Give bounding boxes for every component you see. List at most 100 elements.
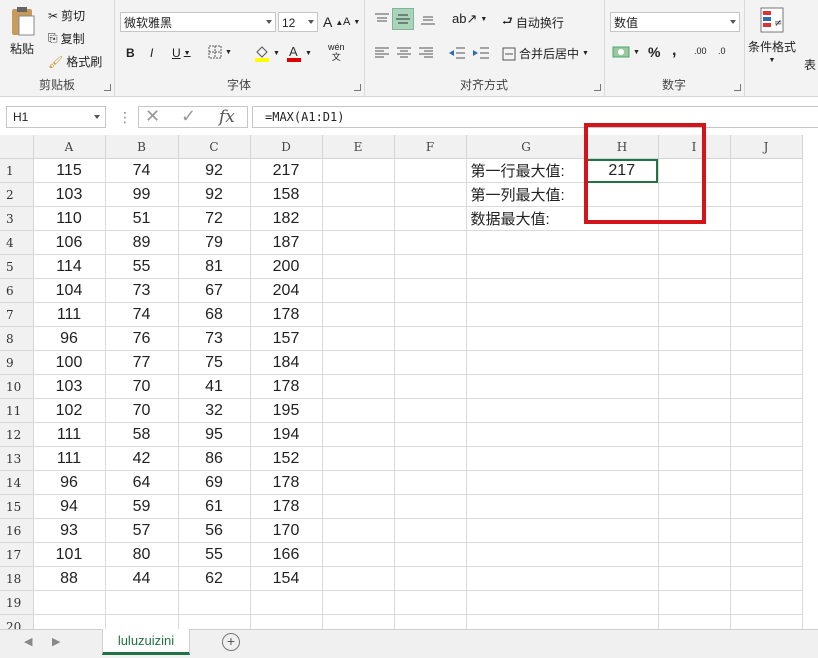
cell[interactable]: [658, 398, 731, 423]
cell[interactable]: [466, 446, 586, 471]
cell[interactable]: [394, 158, 467, 183]
cell[interactable]: 86: [178, 446, 251, 471]
cell[interactable]: [33, 590, 106, 615]
cell[interactable]: [730, 614, 803, 629]
cell[interactable]: 96: [33, 326, 106, 351]
row-header[interactable]: 17: [0, 542, 34, 567]
cell[interactable]: 178: [250, 470, 323, 495]
cell[interactable]: 44: [105, 566, 179, 591]
insert-function-icon[interactable]: fx: [219, 107, 235, 127]
cell[interactable]: 79: [178, 230, 251, 255]
cell[interactable]: [322, 422, 395, 447]
phonetic-button[interactable]: wén 文: [328, 42, 345, 62]
cell[interactable]: 72: [178, 206, 251, 231]
cell[interactable]: [730, 326, 803, 351]
cell[interactable]: [586, 302, 659, 327]
cell[interactable]: [730, 518, 803, 543]
cell[interactable]: [658, 158, 731, 183]
alignment-launcher[interactable]: [594, 84, 601, 91]
cell[interactable]: [586, 422, 659, 447]
cell[interactable]: [658, 542, 731, 567]
cell[interactable]: [466, 470, 586, 495]
cell[interactable]: [730, 206, 803, 231]
cell[interactable]: [322, 446, 395, 471]
align-left-icon[interactable]: [374, 46, 390, 60]
cell[interactable]: 74: [105, 158, 179, 183]
cell[interactable]: [466, 302, 586, 327]
cell[interactable]: 88: [33, 566, 106, 591]
cell[interactable]: 106: [33, 230, 106, 255]
cell[interactable]: [586, 350, 659, 375]
cell[interactable]: 178: [250, 374, 323, 399]
font-size-select[interactable]: 12: [278, 12, 318, 32]
cell[interactable]: [730, 566, 803, 591]
cell[interactable]: 42: [105, 446, 179, 471]
row-header[interactable]: 4: [0, 230, 34, 255]
borders-button[interactable]: ▼: [208, 45, 232, 59]
cell[interactable]: [730, 158, 803, 183]
align-right-icon[interactable]: [418, 46, 434, 60]
cell[interactable]: 51: [105, 206, 179, 231]
column-header[interactable]: F: [394, 135, 467, 159]
cell[interactable]: [658, 350, 731, 375]
row-header[interactable]: 13: [0, 446, 34, 471]
cell[interactable]: 103: [33, 182, 106, 207]
cell[interactable]: [322, 302, 395, 327]
merge-center-button[interactable]: 合并后居中 ▼: [502, 45, 589, 62]
cell[interactable]: 157: [250, 326, 323, 351]
cell[interactable]: 55: [105, 254, 179, 279]
column-header[interactable]: J: [730, 135, 803, 159]
cell[interactable]: [394, 566, 467, 591]
cell[interactable]: 77: [105, 350, 179, 375]
cell[interactable]: [322, 566, 395, 591]
cell[interactable]: 154: [250, 566, 323, 591]
cell[interactable]: [394, 302, 467, 327]
font-name-select[interactable]: 微软雅黑: [120, 12, 276, 32]
row-header[interactable]: 10: [0, 374, 34, 399]
cell[interactable]: 194: [250, 422, 323, 447]
cell[interactable]: 61: [178, 494, 251, 519]
cell[interactable]: 204: [250, 278, 323, 303]
cell[interactable]: [658, 566, 731, 591]
cell[interactable]: [586, 566, 659, 591]
cell[interactable]: [322, 614, 395, 629]
cell[interactable]: 104: [33, 278, 106, 303]
cell[interactable]: 114: [33, 254, 106, 279]
cell[interactable]: [658, 374, 731, 399]
cell[interactable]: [394, 374, 467, 399]
conditional-format-button[interactable]: ≠ 条件格式 ▼: [748, 6, 796, 64]
clipboard-launcher[interactable]: [104, 84, 111, 91]
cell[interactable]: 第一行最大值:: [466, 158, 586, 183]
row-header[interactable]: 5: [0, 254, 34, 279]
accounting-format-button[interactable]: ▼: [612, 45, 640, 59]
cell[interactable]: [394, 254, 467, 279]
cancel-icon[interactable]: ✕: [145, 106, 160, 127]
cell[interactable]: [322, 350, 395, 375]
cell[interactable]: [322, 518, 395, 543]
cell[interactable]: [730, 230, 803, 255]
column-header[interactable]: D: [250, 135, 323, 159]
add-sheet-icon[interactable]: +: [222, 633, 240, 651]
column-header[interactable]: C: [178, 135, 251, 159]
cell[interactable]: 96: [33, 470, 106, 495]
cell[interactable]: [322, 494, 395, 519]
cell[interactable]: 178: [250, 302, 323, 327]
paste-button[interactable]: 粘贴: [8, 6, 36, 57]
row-header[interactable]: 11: [0, 398, 34, 423]
cell[interactable]: 80: [105, 542, 179, 567]
cell[interactable]: [466, 374, 586, 399]
cell[interactable]: [33, 614, 106, 629]
cell[interactable]: [730, 182, 803, 207]
cell[interactable]: 99: [105, 182, 179, 207]
cell[interactable]: [394, 614, 467, 629]
cell[interactable]: 81: [178, 254, 251, 279]
cell[interactable]: 59: [105, 494, 179, 519]
cell[interactable]: [658, 302, 731, 327]
cell[interactable]: [586, 398, 659, 423]
cell[interactable]: [322, 158, 395, 183]
cell[interactable]: 102: [33, 398, 106, 423]
cell[interactable]: [730, 398, 803, 423]
cell[interactable]: [322, 206, 395, 231]
increase-indent-icon[interactable]: [472, 46, 490, 60]
cell[interactable]: [466, 254, 586, 279]
